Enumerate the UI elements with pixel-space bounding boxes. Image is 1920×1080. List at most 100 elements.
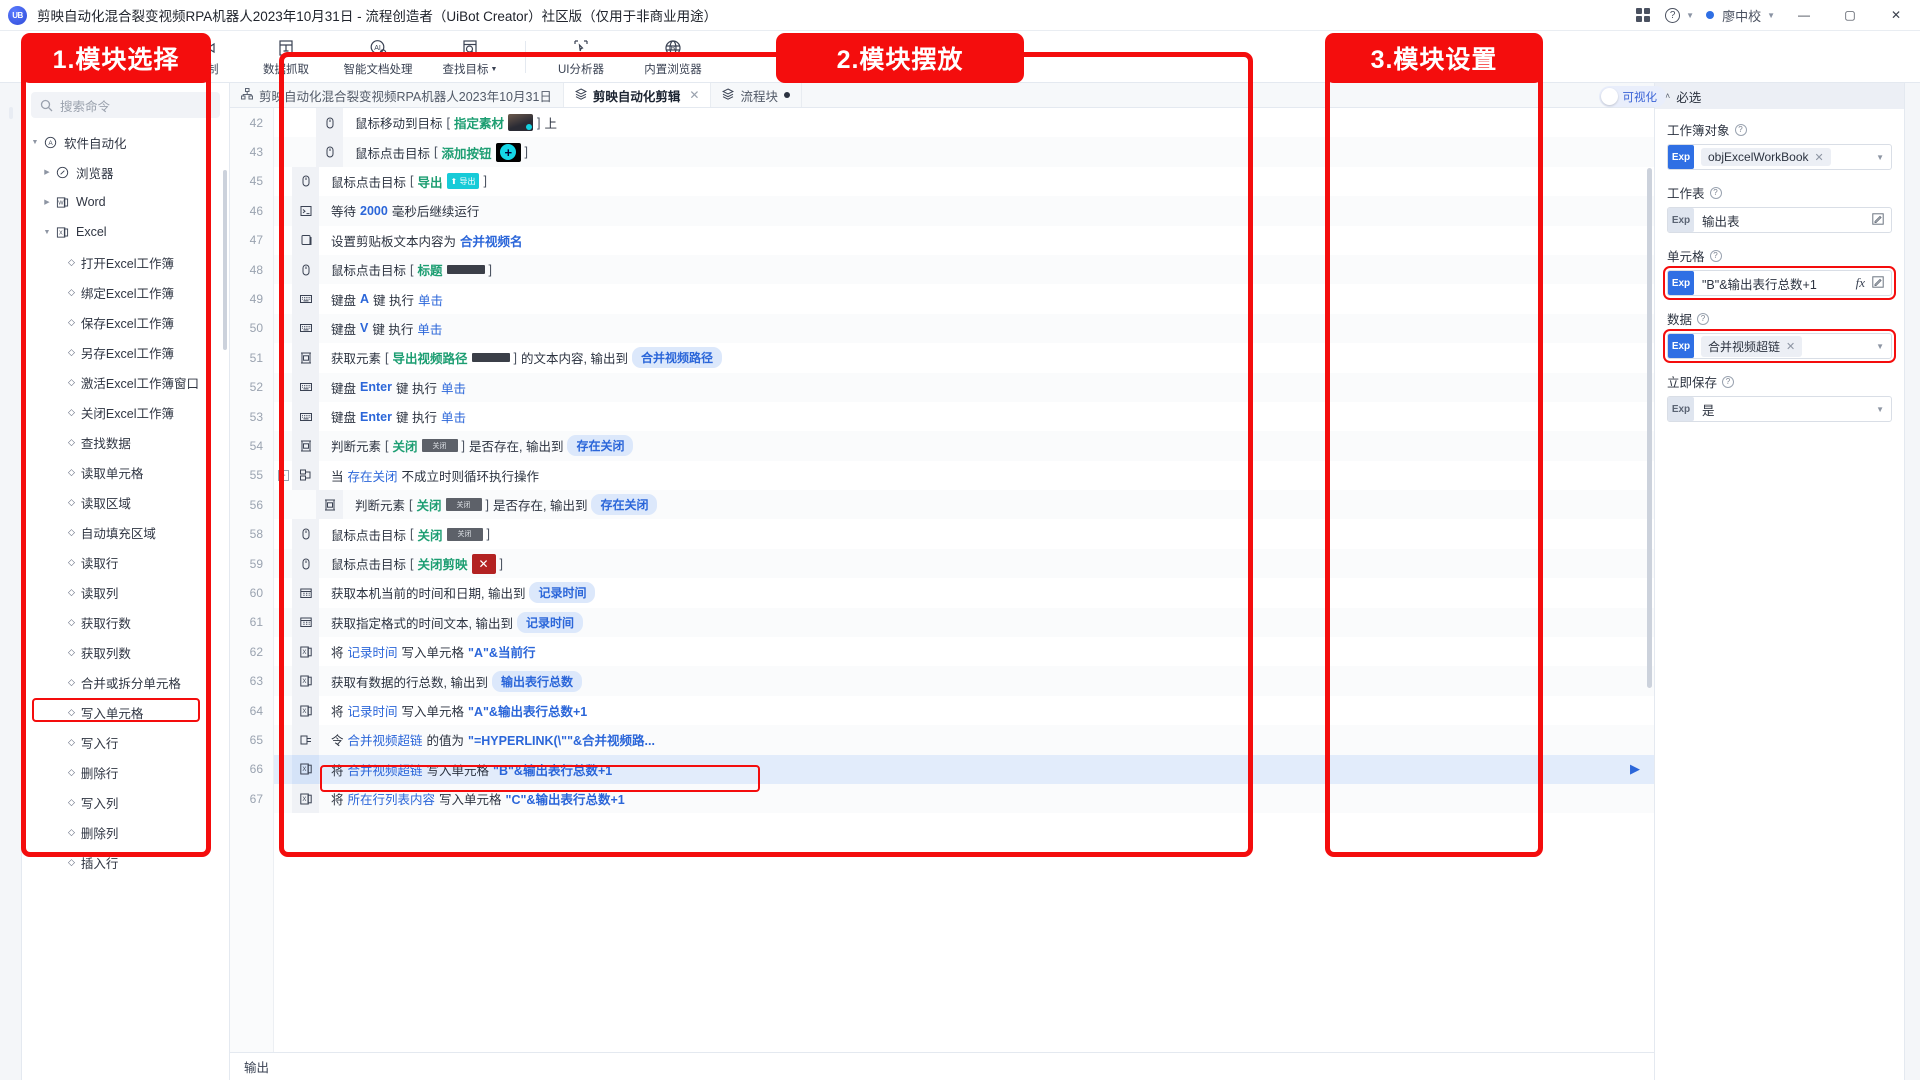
- flow-step-row[interactable]: 51 获取元素[导出视频路径] 的文本内容, 输出到 合并视频路径: [250, 343, 1654, 373]
- flow-step-row[interactable]: 54 判断元素[关闭 关闭] 是否存在, 输出到 存在关闭: [250, 431, 1654, 461]
- flow-step-row[interactable]: 67 X 将所在行列表内容 写入单元格 "C"&输出表行总数+1: [250, 783, 1654, 814]
- edit-icon[interactable]: [1872, 212, 1884, 228]
- rail-chip[interactable]: [8, 107, 13, 119]
- tree-item-command[interactable]: ◇ 保存Excel工作簿: [22, 307, 229, 337]
- tree-item-group[interactable]: ▶ W Word: [22, 187, 229, 217]
- chevron-down-icon[interactable]: ▼: [28, 139, 42, 146]
- editor-tab[interactable]: 剪映自动化剪辑 ✕: [563, 83, 712, 107]
- help-button[interactable]: ? ▼: [1660, 0, 1699, 31]
- close-icon[interactable]: ✕: [689, 88, 699, 102]
- flow-step-row[interactable]: 66 X 将合并视频超链 写入单元格 "B"&输出表行总数+1 ▶: [250, 754, 1654, 784]
- chevron-down-icon[interactable]: ▼: [40, 229, 54, 236]
- help-icon[interactable]: ?: [1734, 123, 1747, 136]
- visualize-toggle[interactable]: 可视化: [1598, 86, 1666, 107]
- close-button[interactable]: ✕: [1874, 0, 1918, 31]
- help-icon[interactable]: ?: [1709, 249, 1722, 262]
- flow-step-row[interactable]: 53 键盘 Enter 键 执行 单击: [250, 401, 1654, 432]
- expression-badge[interactable]: Exp: [1668, 208, 1694, 232]
- property-value-tag[interactable]: objExcelWorkBook ✕: [1701, 148, 1831, 166]
- help-icon[interactable]: ?: [1709, 186, 1722, 199]
- flow-step-row[interactable]: 61 获取指定格式的时间文本, 输出到 记录时间: [250, 607, 1654, 638]
- tree-item-command[interactable]: ◇ 写入列: [22, 787, 229, 817]
- expression-badge[interactable]: Exp: [1668, 145, 1694, 169]
- expression-badge[interactable]: Exp: [1668, 397, 1694, 421]
- maximize-button[interactable]: ▢: [1828, 0, 1872, 31]
- help-icon[interactable]: ?: [1697, 312, 1710, 325]
- flow-step-row[interactable]: 58 鼠标点击目标[关闭 关闭]: [250, 519, 1654, 549]
- flow-step-row[interactable]: 45 鼠标点击目标[导出 ⬆ 导出]: [250, 166, 1654, 197]
- tree-item-command[interactable]: ◇ 读取行: [22, 547, 229, 577]
- flow-step-row[interactable]: 55 − 当存在关闭 不成立时则循环执行操作: [250, 460, 1654, 491]
- flow-step-row[interactable]: 43 鼠标点击目标[添加按钮 +]: [250, 137, 1654, 167]
- formula-icon[interactable]: fx: [1856, 275, 1865, 291]
- flow-step-row[interactable]: 46 等待 2000 毫秒后继续运行: [250, 196, 1654, 226]
- collapse-toggle[interactable]: −: [274, 469, 292, 481]
- tree-item-command[interactable]: ◇ 另存Excel工作簿: [22, 337, 229, 367]
- flow-step-row[interactable]: 47 设置剪贴板文本内容为 合并视频名: [250, 225, 1654, 255]
- expression-badge[interactable]: Exp: [1668, 334, 1694, 358]
- tree-item-command[interactable]: ◇ 查找数据: [22, 427, 229, 457]
- flow-step-row[interactable]: 52 键盘 Enter 键 执行 单击: [250, 372, 1654, 402]
- remove-icon[interactable]: ✕: [1786, 340, 1795, 353]
- flow-step-row[interactable]: 42 鼠标移动到目标[指定素材] 上: [250, 108, 1654, 138]
- minus-box-icon[interactable]: −: [277, 469, 289, 481]
- tree-item-command[interactable]: ◇ 获取列数: [22, 637, 229, 667]
- flow-vertical-scrollbar[interactable]: [1647, 168, 1652, 688]
- flow-step-row[interactable]: 63 X 获取有数据的行总数, 输出到 输出表行总数: [250, 666, 1654, 696]
- tree-item-command[interactable]: ◇ 删除列: [22, 817, 229, 847]
- chevron-right-icon[interactable]: ▶: [40, 168, 54, 176]
- search-command-input[interactable]: 搜索命令: [31, 92, 220, 118]
- remove-icon[interactable]: ✕: [1815, 151, 1824, 164]
- minimize-button[interactable]: —: [1782, 0, 1826, 31]
- help-icon[interactable]: ?: [1722, 375, 1735, 388]
- tree-item-command[interactable]: ◇ 合并或拆分单元格: [22, 667, 229, 697]
- chevron-right-icon[interactable]: ▶: [40, 198, 54, 206]
- chevron-down-icon[interactable]: ▼: [1876, 342, 1884, 351]
- tree-item-command[interactable]: ◇ 读取列: [22, 577, 229, 607]
- edit-icon[interactable]: [1872, 275, 1884, 291]
- property-value-tag[interactable]: 合并视频超链 ✕: [1701, 335, 1803, 357]
- flow-step-row[interactable]: 49 键盘 A 键 执行 单击: [250, 284, 1654, 314]
- toolbar-browser-button[interactable]: B 内置浏览器: [627, 31, 719, 83]
- chevron-down-icon[interactable]: ▼: [1876, 153, 1884, 162]
- property-input[interactable]: Exp 是 ▼: [1667, 396, 1892, 422]
- tree-item-command[interactable]: ◇ 自动填充区域: [22, 517, 229, 547]
- property-input[interactable]: Exp "B"&输出表行总数+1 fx: [1663, 266, 1896, 300]
- property-input[interactable]: Exp 输出表: [1667, 207, 1892, 233]
- flow-step-row[interactable]: 56 判断元素[关闭 关闭] 是否存在, 输出到 存在关闭: [250, 490, 1654, 520]
- editor-tab[interactable]: 流程块: [711, 83, 802, 107]
- flow-step-row[interactable]: 62 X 将记录时间 写入单元格 "A"&当前行: [250, 637, 1654, 667]
- editor-tab[interactable]: 剪映自动化混合裂变视频RPA机器人2023年10月31日: [230, 83, 564, 107]
- tree-item-group[interactable]: ▼ X Excel: [22, 217, 229, 247]
- property-input[interactable]: Exp 合并视频超链 ✕ ▼: [1663, 329, 1896, 363]
- output-bar[interactable]: 输出: [230, 1052, 1654, 1080]
- flow-step-row[interactable]: 64 X 将记录时间 写入单元格 "A"&输出表行总数+1: [250, 695, 1654, 726]
- chevron-down-icon[interactable]: ▼: [1876, 405, 1884, 414]
- apps-grid-button[interactable]: [1628, 0, 1658, 31]
- tree-scrollbar[interactable]: [223, 170, 227, 350]
- tree-item-command[interactable]: ◇ 读取区域: [22, 487, 229, 517]
- flow-step-row[interactable]: 50 键盘 V 键 执行 单击: [250, 313, 1654, 344]
- required-section-header[interactable]: ˄ 必选: [1655, 83, 1904, 109]
- tree-item-group[interactable]: ▶ 浏览器: [22, 157, 229, 187]
- toolbar-ai-doc-button[interactable]: AI 智能文档处理: [332, 31, 424, 83]
- tree-item-command[interactable]: ◇ 插入行: [22, 847, 229, 877]
- run-step-icon[interactable]: ▶: [1630, 761, 1640, 777]
- tree-item-command[interactable]: ◇ 写入单元格: [22, 697, 229, 727]
- user-menu-button[interactable]: 廖中校 ▼: [1701, 0, 1780, 31]
- flow-steps-area[interactable]: 42 鼠标移动到目标[指定素材] 上 43 鼠标点击目标[添加按钮 +] 45 鼠标点击目标[…: [230, 108, 1654, 1052]
- flow-step-row[interactable]: 60 获取本机当前的时间和日期, 输出到 记录时间: [250, 578, 1654, 608]
- tree-item-command[interactable]: ◇ 获取行数: [22, 607, 229, 637]
- toolbar-find-target-button[interactable]: 查找目标 ▼: [424, 31, 516, 83]
- toolbar-ui-analyzer-button[interactable]: UI分析器: [535, 31, 627, 83]
- tree-item-command[interactable]: ◇ 写入行: [22, 727, 229, 757]
- tree-item-command[interactable]: ◇ 绑定Excel工作簿: [22, 277, 229, 307]
- tree-item-command[interactable]: ◇ 删除行: [22, 757, 229, 787]
- flow-step-row[interactable]: 59 鼠标点击目标[关闭剪映 ✕]: [250, 548, 1654, 579]
- tree-item-command[interactable]: ◇ 打开Excel工作簿: [22, 247, 229, 277]
- tree-item-command[interactable]: ◇ 激活Excel工作簿窗口: [22, 367, 229, 397]
- expression-badge[interactable]: Exp: [1668, 271, 1694, 295]
- toolbar-data-capture-button[interactable]: 数据抓取: [240, 31, 332, 83]
- tree-item-command[interactable]: ◇ 关闭Excel工作簿: [22, 397, 229, 427]
- tree-item-command[interactable]: ◇ 读取单元格: [22, 457, 229, 487]
